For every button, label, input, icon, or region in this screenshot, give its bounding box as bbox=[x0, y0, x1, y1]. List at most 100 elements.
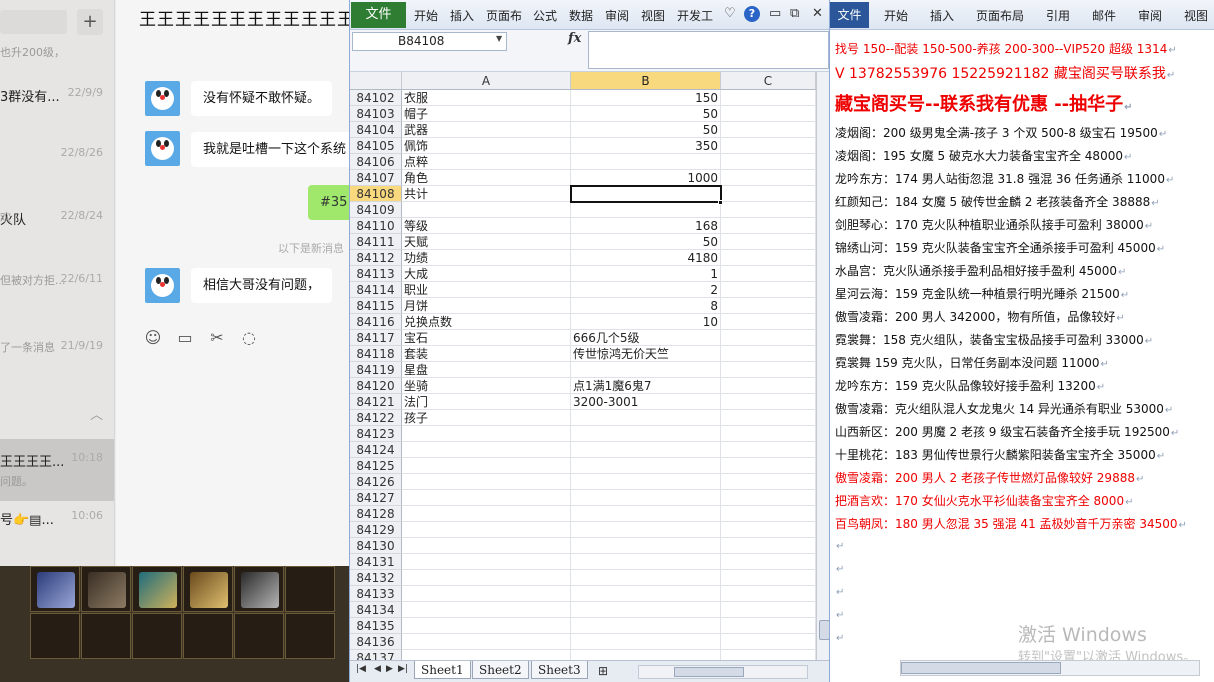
next-sheet-icon[interactable]: ▶ bbox=[386, 664, 393, 674]
row-header[interactable]: 84105 bbox=[350, 138, 402, 154]
cell-b[interactable]: 168 bbox=[571, 218, 721, 234]
cell-a[interactable] bbox=[402, 554, 571, 570]
help-icon[interactable]: ? bbox=[744, 6, 760, 22]
cell-a[interactable]: 共计 bbox=[402, 186, 571, 202]
cell-a[interactable] bbox=[402, 490, 571, 506]
file-tab[interactable]: 文件 bbox=[351, 2, 406, 28]
cell-a[interactable] bbox=[402, 634, 571, 650]
document-body[interactable]: 找号 150--配装 150-500-养孩 200-300--VIP520 超级… bbox=[830, 31, 1214, 661]
spreadsheet-grid[interactable]: A B C 84102 衣服 150 84103 帽子 50 84104 武器 50 84105 佩… bbox=[350, 72, 816, 660]
cell-a[interactable] bbox=[402, 202, 571, 218]
column-header-b[interactable]: B bbox=[571, 72, 721, 90]
cell-c[interactable] bbox=[721, 570, 816, 586]
row-header[interactable]: 84123 bbox=[350, 426, 402, 442]
cell-a[interactable]: 月饼 bbox=[402, 298, 571, 314]
cell-b[interactable]: 传世惊鸿无价天竺 bbox=[571, 346, 721, 362]
cell-a[interactable]: 套装 bbox=[402, 346, 571, 362]
row-header[interactable]: 84126 bbox=[350, 474, 402, 490]
cell-a[interactable]: 点粹 bbox=[402, 154, 571, 170]
cell-a[interactable]: 法门 bbox=[402, 394, 571, 410]
tab-page-layout[interactable]: 页面布 bbox=[486, 7, 522, 24]
cell-c[interactable] bbox=[721, 650, 816, 660]
item-slot[interactable] bbox=[81, 566, 131, 612]
item-slot[interactable] bbox=[81, 613, 131, 659]
conversation-item[interactable]: 3群没有... 22/9/9 bbox=[0, 82, 114, 132]
cell-c[interactable] bbox=[721, 202, 816, 218]
cell-b[interactable] bbox=[571, 506, 721, 522]
scroll-thumb[interactable] bbox=[674, 667, 744, 677]
cell-c[interactable] bbox=[721, 618, 816, 634]
chevron-down-icon[interactable]: ▼ bbox=[496, 34, 502, 43]
cell-c[interactable] bbox=[721, 234, 816, 250]
tab-review[interactable]: 审阅 bbox=[1138, 7, 1162, 24]
cell-b[interactable] bbox=[571, 458, 721, 474]
cell-b[interactable]: 10 bbox=[571, 314, 721, 330]
cell-a[interactable]: 衣服 bbox=[402, 90, 571, 106]
row-header[interactable]: 84134 bbox=[350, 602, 402, 618]
cell-a[interactable]: 功绩 bbox=[402, 250, 571, 266]
item-slot[interactable] bbox=[30, 566, 80, 612]
cell-b[interactable] bbox=[571, 154, 721, 170]
cell-c[interactable] bbox=[721, 362, 816, 378]
message-bubble[interactable]: 相信大哥没有问题， bbox=[191, 268, 333, 303]
cell-c[interactable] bbox=[721, 266, 816, 282]
cell-c[interactable] bbox=[721, 330, 816, 346]
column-header-a[interactable]: A bbox=[402, 72, 571, 90]
cell-b[interactable]: 4180 bbox=[571, 250, 721, 266]
cell-c[interactable] bbox=[721, 634, 816, 650]
tab-review[interactable]: 审阅 bbox=[605, 7, 629, 24]
scroll-thumb[interactable] bbox=[901, 662, 1061, 674]
cell-a[interactable] bbox=[402, 458, 571, 474]
row-header[interactable]: 84111 bbox=[350, 234, 402, 250]
row-header[interactable]: 84136 bbox=[350, 634, 402, 650]
cell-a[interactable] bbox=[402, 586, 571, 602]
prev-sheet-icon[interactable]: ◀ bbox=[374, 664, 381, 674]
cell-c[interactable] bbox=[721, 378, 816, 394]
select-all-corner[interactable] bbox=[350, 72, 402, 90]
item-slot[interactable] bbox=[132, 566, 182, 612]
tab-insert[interactable]: 插入 bbox=[450, 7, 474, 24]
file-tab[interactable]: 文件 bbox=[830, 2, 869, 28]
message-bubble[interactable]: 没有怀疑不敢怀疑。 bbox=[191, 81, 333, 116]
cell-a[interactable]: 大成 bbox=[402, 266, 571, 282]
item-slot[interactable] bbox=[285, 613, 335, 659]
fx-icon[interactable]: fx bbox=[568, 31, 581, 46]
cell-a[interactable]: 佩饰 bbox=[402, 138, 571, 154]
row-header[interactable]: 84113 bbox=[350, 266, 402, 282]
cell-b[interactable]: 350 bbox=[571, 138, 721, 154]
insert-sheet-icon[interactable]: ⊞ bbox=[598, 664, 608, 678]
row-header[interactable]: 84110 bbox=[350, 218, 402, 234]
cell-a[interactable] bbox=[402, 442, 571, 458]
close-icon[interactable]: ✕ bbox=[812, 6, 823, 21]
cell-b[interactable] bbox=[571, 490, 721, 506]
cell-a[interactable] bbox=[402, 618, 571, 634]
tab-developer[interactable]: 开发工 bbox=[677, 7, 713, 24]
tab-home[interactable]: 开始 bbox=[414, 7, 438, 24]
cell-c[interactable] bbox=[721, 282, 816, 298]
cell-c[interactable] bbox=[721, 154, 816, 170]
cell-c[interactable] bbox=[721, 170, 816, 186]
cell-c[interactable] bbox=[721, 506, 816, 522]
row-header[interactable]: 84114 bbox=[350, 282, 402, 298]
cell-c[interactable] bbox=[721, 250, 816, 266]
cell-a[interactable]: 孩子 bbox=[402, 410, 571, 426]
row-header[interactable]: 84129 bbox=[350, 522, 402, 538]
scroll-thumb[interactable] bbox=[819, 620, 829, 640]
row-header[interactable]: 84137 bbox=[350, 650, 402, 660]
avatar[interactable] bbox=[145, 81, 180, 116]
cell-c[interactable] bbox=[721, 554, 816, 570]
conversation-item[interactable]: 22/8/26 bbox=[0, 142, 114, 192]
cell-b[interactable]: 50 bbox=[571, 234, 721, 250]
cell-a[interactable]: 坐骑 bbox=[402, 378, 571, 394]
cell-b[interactable] bbox=[571, 474, 721, 490]
conversation-item[interactable]: 但被对方拒... 22/6/11 bbox=[0, 268, 114, 318]
row-header[interactable]: 84112 bbox=[350, 250, 402, 266]
ribbon-collapse-icon[interactable]: ♡ bbox=[724, 6, 736, 21]
cell-b[interactable] bbox=[571, 522, 721, 538]
cell-c[interactable] bbox=[721, 186, 816, 202]
tab-formulas[interactable]: 公式 bbox=[533, 7, 557, 24]
tab-page-layout[interactable]: 页面布局 bbox=[976, 7, 1024, 24]
cell-a[interactable]: 兑换点数 bbox=[402, 314, 571, 330]
cell-b[interactable]: 1 bbox=[571, 266, 721, 282]
cell-c[interactable] bbox=[721, 442, 816, 458]
